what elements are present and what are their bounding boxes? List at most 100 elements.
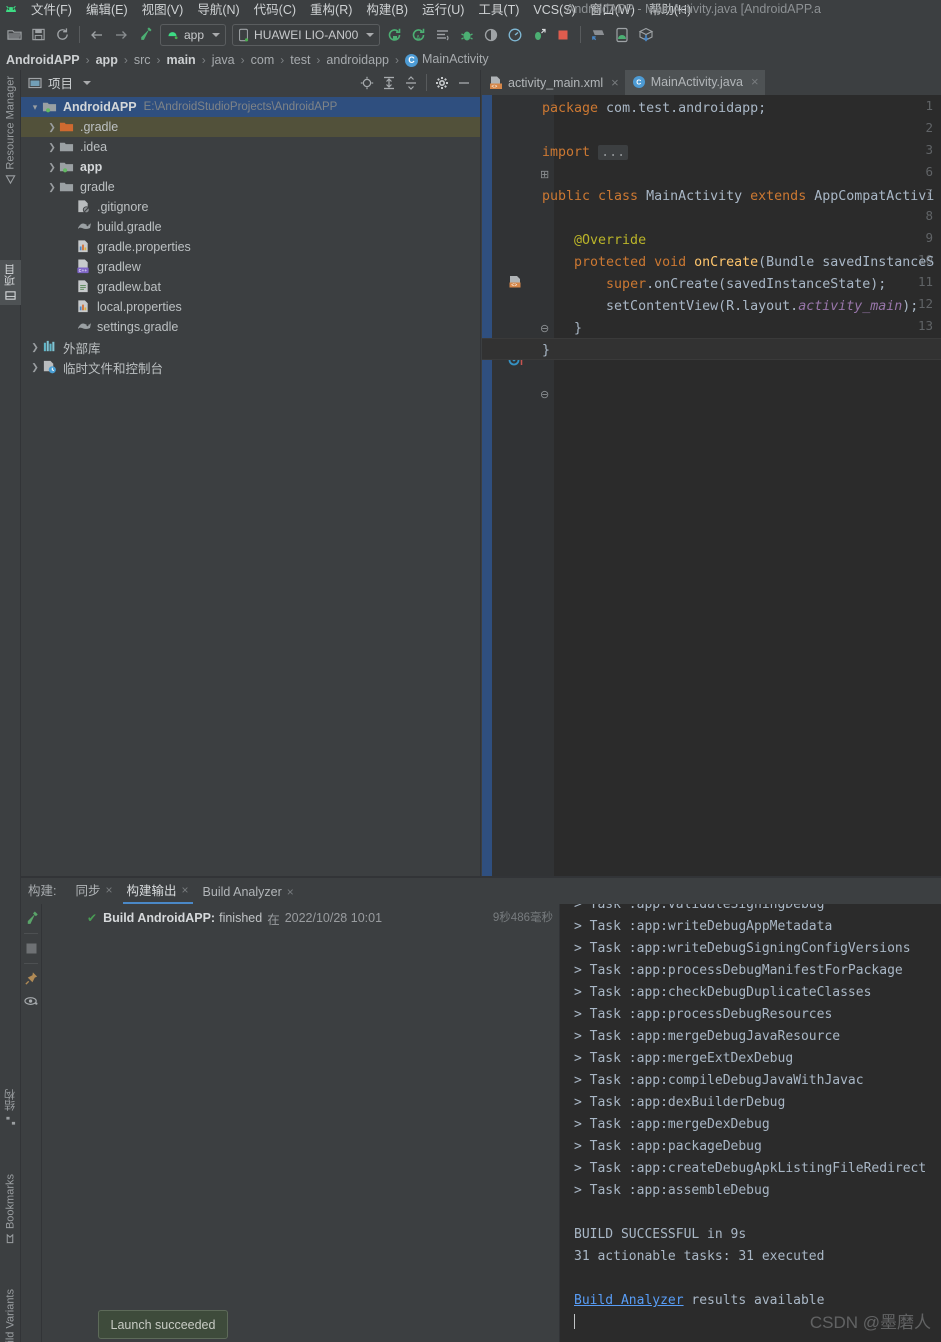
sidebar-item-bookmarks[interactable]: Bookmarks bbox=[0, 1170, 21, 1248]
breadcrumb-item-class[interactable]: C MainActivity bbox=[403, 52, 491, 67]
run-coverage-icon[interactable] bbox=[479, 23, 503, 47]
collapse-all-icon[interactable] bbox=[400, 72, 422, 94]
menu-item-3[interactable]: 导航(N) bbox=[190, 0, 246, 20]
gradle-sync-icon[interactable] bbox=[133, 23, 157, 47]
chevron-right-icon[interactable]: ❯ bbox=[45, 162, 59, 173]
build-tab-1[interactable]: 构建输出 × bbox=[120, 880, 196, 904]
tree-item-gradlew-bat[interactable]: gradlew.bat bbox=[21, 277, 480, 297]
menu-item-5[interactable]: 重构(R) bbox=[303, 0, 359, 20]
breadcrumb-item-main[interactable]: main bbox=[165, 53, 198, 67]
save-icon[interactable] bbox=[26, 23, 50, 47]
tree-item----[interactable]: ❯ 外部库 bbox=[21, 337, 480, 357]
code-fold-marker[interactable]: ⊞ bbox=[540, 164, 549, 186]
logcat-icon[interactable] bbox=[431, 23, 455, 47]
menu-item-0[interactable]: 文件(F) bbox=[24, 0, 79, 20]
project-icon bbox=[5, 290, 16, 301]
close-icon[interactable]: × bbox=[751, 74, 759, 89]
profiler-icon[interactable] bbox=[503, 23, 527, 47]
menu-item-2[interactable]: 视图(V) bbox=[135, 0, 191, 20]
code-token[interactable]: ... bbox=[598, 145, 629, 160]
back-arrow-icon[interactable] bbox=[85, 23, 109, 47]
editor-tab-mainactivity-java[interactable]: C MainActivity.java × bbox=[624, 70, 765, 95]
chevron-right-icon[interactable]: ❯ bbox=[28, 342, 42, 353]
tree-item--gitignore[interactable]: .gitignore bbox=[21, 197, 480, 217]
code-content[interactable]: package com.test.androidapp; import ... pu… bbox=[542, 95, 941, 878]
project-file-tree[interactable]: ▾ AndroidAPP E:\AndroidStudioProjects\Andr… bbox=[21, 95, 480, 377]
sidebar-item-structure[interactable]: 结构 bbox=[0, 1085, 21, 1130]
eye-icon[interactable] bbox=[22, 991, 41, 1010]
breadcrumb-item-test[interactable]: test bbox=[288, 53, 312, 67]
run-icon[interactable] bbox=[383, 23, 407, 47]
menu-item-6[interactable]: 构建(B) bbox=[359, 0, 415, 20]
chevron-right-icon[interactable]: ❯ bbox=[45, 142, 59, 153]
tree-item-build-gradle[interactable]: build.gradle bbox=[21, 217, 480, 237]
tree-item-gradle-properties[interactable]: gradle.properties bbox=[21, 237, 480, 257]
close-icon[interactable]: × bbox=[182, 883, 189, 897]
stop-icon[interactable] bbox=[551, 23, 575, 47]
tree-item-local-properties[interactable]: local.properties bbox=[21, 297, 480, 317]
build-hammer-icon[interactable] bbox=[22, 909, 41, 928]
build-tab-0[interactable]: 同步 × bbox=[68, 880, 119, 904]
close-icon[interactable]: × bbox=[611, 75, 619, 90]
chevron-right-icon[interactable]: ❯ bbox=[45, 182, 59, 193]
settings-gear-icon[interactable] bbox=[431, 72, 453, 94]
chevron-down-icon[interactable] bbox=[83, 80, 92, 85]
breadcrumb[interactable]: AndroidAPP › app › src › main › java › com › test › an… bbox=[0, 49, 941, 70]
code-editor[interactable]: 12367891011121314 <> package com.test.an… bbox=[482, 95, 941, 878]
device-selector[interactable]: HUAWEI LIO-AN00 bbox=[232, 23, 381, 46]
stop-square-icon[interactable] bbox=[22, 939, 41, 958]
menu-item-7[interactable]: 运行(U) bbox=[415, 0, 471, 20]
sidebar-item-resource-manager[interactable]: Resource Manager bbox=[0, 72, 21, 189]
expand-all-icon[interactable] bbox=[378, 72, 400, 94]
build-output-console[interactable]: > Task :app:validateSigningDebug > Task :… bbox=[560, 904, 941, 1342]
tree-item--gradle[interactable]: ❯ .gradle bbox=[21, 117, 480, 137]
forward-arrow-icon[interactable] bbox=[109, 23, 133, 47]
breadcrumb-item-src[interactable]: src bbox=[132, 53, 153, 67]
debug-icon[interactable] bbox=[455, 23, 479, 47]
chevron-right-icon[interactable]: ❯ bbox=[28, 362, 42, 373]
menu-item-8[interactable]: 工具(T) bbox=[471, 0, 526, 20]
editor-gutter[interactable] bbox=[482, 95, 538, 878]
breadcrumb-item-app[interactable]: app bbox=[94, 53, 120, 67]
open-folder-icon[interactable] bbox=[2, 23, 26, 47]
tree-item-gradle[interactable]: ❯ gradle bbox=[21, 177, 480, 197]
sdk-manager-icon[interactable] bbox=[586, 23, 610, 47]
hide-panel-icon[interactable] bbox=[453, 72, 475, 94]
locate-file-icon[interactable] bbox=[356, 72, 378, 94]
build-analyzer-link[interactable]: Build Analyzer bbox=[574, 1293, 684, 1308]
sidebar-item-build-variants[interactable]: Build Variants bbox=[0, 1285, 21, 1342]
code-token: ); bbox=[902, 299, 919, 314]
tree-item-app[interactable]: ❯ app bbox=[21, 157, 480, 177]
module-selector[interactable]: app bbox=[160, 23, 227, 46]
build-status-row[interactable]: ✔ Build AndroidAPP: finished 在 2022/10/2… bbox=[42, 909, 559, 927]
attach-debugger-icon[interactable] bbox=[527, 23, 551, 47]
code-fold-marker[interactable]: ⊖ bbox=[540, 384, 549, 406]
close-icon[interactable]: × bbox=[106, 883, 113, 897]
pin-icon[interactable] bbox=[22, 969, 41, 988]
breadcrumb-item-com[interactable]: com bbox=[249, 53, 277, 67]
editor-tab-activity-main-xml[interactable]: <> activity_main.xml × bbox=[482, 70, 625, 95]
layout-related-icon[interactable]: <> bbox=[508, 275, 522, 289]
breadcrumb-item-java[interactable]: java bbox=[210, 53, 237, 67]
build-status-tree[interactable]: ✔ Build AndroidAPP: finished 在 2022/10/2… bbox=[42, 904, 560, 1342]
tree-item-gradlew[interactable]: C++ gradlew bbox=[21, 257, 480, 277]
avd-manager-icon[interactable] bbox=[610, 23, 634, 47]
sidebar-item-project[interactable]: 项目 bbox=[0, 260, 21, 305]
tree-item-settings-gradle[interactable]: settings.gradle bbox=[21, 317, 480, 337]
build-tab-2[interactable]: Build Analyzer × bbox=[196, 885, 301, 904]
code-fold-marker[interactable]: ⊖ bbox=[540, 318, 549, 340]
apply-changes-icon[interactable]: A bbox=[407, 23, 431, 47]
menu-item-4[interactable]: 代码(C) bbox=[247, 0, 303, 20]
chevron-down-icon[interactable]: ▾ bbox=[28, 102, 42, 113]
tree-item--idea[interactable]: ❯ .idea bbox=[21, 137, 480, 157]
close-icon[interactable]: × bbox=[287, 885, 294, 899]
chevron-right-icon[interactable]: ❯ bbox=[45, 122, 59, 133]
menu-item-1[interactable]: 编辑(E) bbox=[79, 0, 135, 20]
sync-icon[interactable] bbox=[50, 23, 74, 47]
tree-item---------[interactable]: ❯ 临时文件和控制台 bbox=[21, 357, 480, 377]
breadcrumb-item-AndroidAPP[interactable]: AndroidAPP bbox=[4, 53, 82, 67]
breadcrumb-item-androidapp[interactable]: androidapp bbox=[324, 53, 391, 67]
layout-inspector-icon[interactable] bbox=[634, 23, 658, 47]
tree-item-androidapp[interactable]: ▾ AndroidAPP E:\AndroidStudioProjects\Andr… bbox=[21, 97, 480, 117]
build-output-line: > Task :app:checkDebugDuplicateClasses bbox=[574, 985, 872, 1000]
